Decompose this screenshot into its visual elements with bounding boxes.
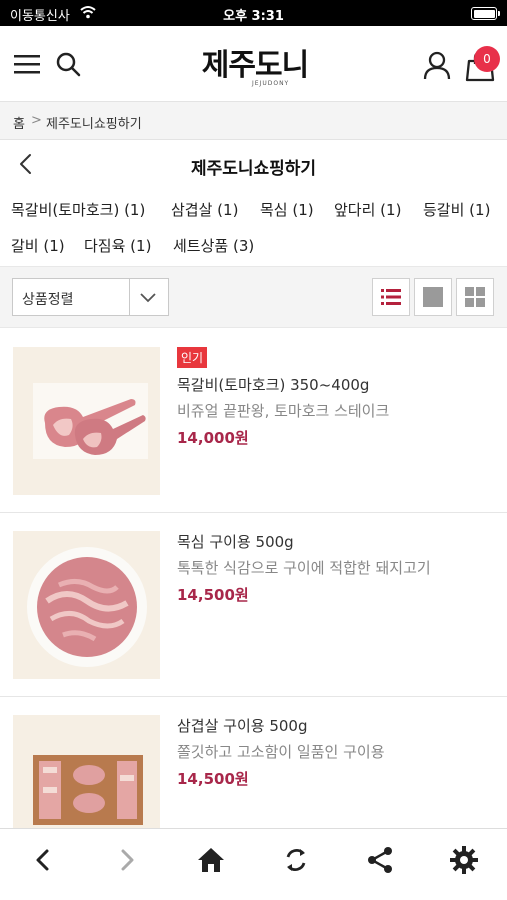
list-view-icon	[381, 289, 401, 305]
category-list: 목갈비(토마호크) (1) 삼겹살 (1) 목심 (1) 앞다리 (1) 등갈비…	[0, 188, 507, 264]
page-title: 제주도니쇼핑하기	[190, 159, 317, 179]
title-bar: 제주도니쇼핑하기	[0, 140, 507, 188]
category-item[interactable]: 목심 (1)	[260, 199, 314, 220]
product-name: 목갈비(토마호크) 350~400g	[177, 376, 370, 394]
forward-icon[interactable]	[112, 845, 142, 875]
product-item[interactable]: 목심 구이용 500g 톡톡한 식감으로 구이에 적합한 돼지고기 14,500…	[0, 513, 507, 697]
product-image	[13, 531, 160, 679]
breadcrumb-separator: >	[31, 113, 42, 128]
logo-text: 제주도니	[201, 48, 309, 83]
logo-subtext: JEJUDONY	[252, 80, 290, 87]
category-item[interactable]: 등갈비 (1)	[423, 199, 490, 220]
category-item[interactable]: 세트상품 (3)	[173, 235, 254, 256]
category-item[interactable]: 다짐육 (1)	[84, 235, 151, 256]
product-description: 톡톡한 식감으로 구이에 적합한 돼지고기	[177, 559, 431, 577]
breadcrumb-home[interactable]: 홈	[13, 113, 25, 132]
single-view-icon	[423, 287, 443, 307]
category-item[interactable]: 앞다리 (1)	[334, 199, 401, 220]
user-icon[interactable]	[422, 50, 452, 80]
share-icon[interactable]	[365, 845, 395, 875]
single-view-button[interactable]	[414, 278, 452, 316]
product-price: 14,000원	[177, 429, 249, 447]
cart-count-badge: 0	[474, 46, 500, 72]
category-item[interactable]: 목갈비(토마호크) (1)	[11, 199, 145, 220]
settings-gear-icon[interactable]	[449, 845, 479, 875]
product-name: 삼겹살 구이용 500g	[177, 717, 308, 735]
status-time: 오후 3:31	[223, 9, 284, 24]
search-icon[interactable]	[54, 50, 82, 78]
status-bar: 이동통신사 오후 3:31	[0, 0, 507, 26]
brand-logo[interactable]: 제주도니 JEJUDONY	[200, 40, 310, 90]
breadcrumb-current[interactable]: 제주도니쇼핑하기	[46, 113, 142, 132]
product-item[interactable]: 인기 목갈비(토마호크) 350~400g 비쥬얼 끝판왕, 토마호크 스테이크…	[0, 329, 507, 513]
sort-select[interactable]: 상품정렬	[12, 278, 169, 316]
product-price: 14,500원	[177, 770, 249, 788]
product-price: 14,500원	[177, 586, 249, 604]
bottom-navigation	[0, 828, 507, 900]
grid-view-button[interactable]	[456, 278, 494, 316]
sort-toolbar: 상품정렬	[0, 266, 507, 328]
battery-icon	[471, 7, 500, 20]
menu-icon[interactable]	[12, 50, 42, 78]
category-item[interactable]: 갈비 (1)	[11, 235, 65, 256]
refresh-icon[interactable]	[281, 845, 311, 875]
app-header: 제주도니 JEJUDONY 0	[0, 26, 507, 102]
product-name: 목심 구이용 500g	[177, 533, 294, 551]
product-description: 비쥬얼 끝판왕, 토마호크 스테이크	[177, 402, 390, 420]
popular-badge: 인기	[177, 347, 208, 368]
grid-view-icon	[465, 287, 485, 307]
product-image	[13, 347, 160, 495]
back-icon[interactable]	[28, 845, 58, 875]
list-view-button[interactable]	[372, 278, 410, 316]
breadcrumb: 홈 > 제주도니쇼핑하기	[0, 102, 507, 140]
home-icon[interactable]	[196, 845, 226, 875]
chevron-down-icon	[140, 293, 156, 303]
category-item[interactable]: 삼겹살 (1)	[171, 199, 238, 220]
sort-selected-value: 상품정렬	[22, 292, 74, 308]
product-description: 쫄깃하고 고소함이 일품인 구이용	[177, 743, 385, 761]
